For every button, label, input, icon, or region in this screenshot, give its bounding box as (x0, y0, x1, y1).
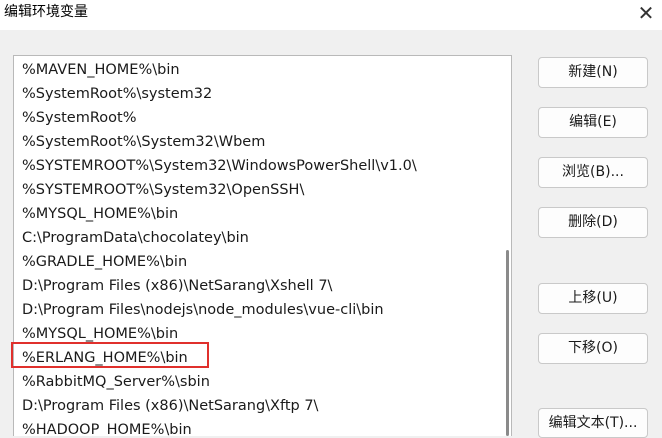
move-down-button[interactable]: 下移(O) (538, 333, 648, 364)
list-item[interactable]: %SystemRoot%\System32\Wbem (22, 130, 265, 154)
edit-button[interactable]: 编辑(E) (538, 107, 648, 138)
move-up-button[interactable]: 上移(U) (538, 283, 648, 314)
list-item[interactable]: %MAVEN_HOME%\bin (22, 58, 180, 82)
list-item[interactable]: %SYSTEMROOT%\System32\OpenSSH\ (22, 178, 304, 202)
list-item[interactable]: %HADOOP_HOME%\bin (22, 418, 192, 436)
delete-button[interactable]: 删除(D) (538, 207, 648, 238)
list-item[interactable]: D:\Program Files (x86)\NetSarang\Xftp 7\ (22, 394, 318, 418)
title-bar: 编辑环境变量 ✕ (0, 0, 662, 30)
close-icon[interactable]: ✕ (630, 0, 662, 28)
list-item[interactable]: D:\Program Files (x86)\NetSarang\Xshell … (22, 274, 332, 298)
list-item[interactable]: %SystemRoot%\system32 (22, 82, 212, 106)
list-item[interactable]: C:\ProgramData\chocolatey\bin (22, 226, 249, 250)
scrollbar-thumb[interactable] (506, 250, 509, 436)
path-list[interactable]: %MAVEN_HOME%\bin %SystemRoot%\system32 %… (13, 55, 512, 436)
list-item[interactable]: %RabbitMQ_Server%\sbin (22, 370, 210, 394)
window-title: 编辑环境变量 (4, 4, 88, 20)
list-item[interactable]: %MYSQL_HOME%\bin (22, 202, 178, 226)
edit-text-button[interactable]: 编辑文本(T)... (538, 408, 648, 438)
list-item[interactable]: %SYSTEMROOT%\System32\WindowsPowerShell\… (22, 154, 417, 178)
highlight-annotation-box (11, 342, 209, 368)
list-item[interactable]: D:\Program Files\nodejs\node_modules\vue… (22, 298, 384, 322)
browse-button[interactable]: 浏览(B)... (538, 157, 648, 188)
new-button[interactable]: 新建(N) (538, 57, 648, 88)
list-item[interactable]: %SystemRoot% (22, 106, 136, 130)
list-item[interactable]: %GRADLE_HOME%\bin (22, 250, 187, 274)
